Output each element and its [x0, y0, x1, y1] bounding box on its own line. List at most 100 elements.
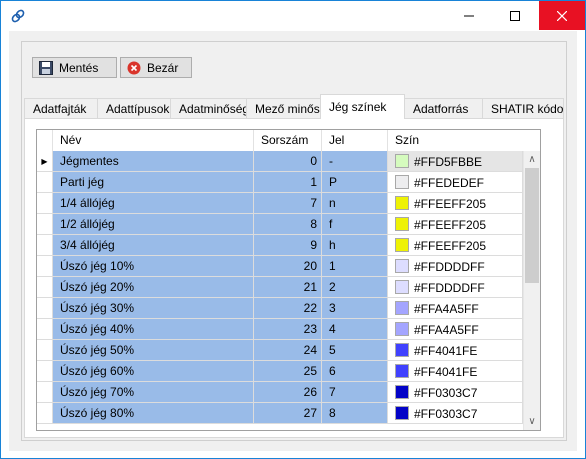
cell-name[interactable]: 1/4 állójég [53, 193, 254, 214]
column-header-order[interactable]: Sorszám [254, 130, 322, 151]
table-row[interactable]: Úszó jég 40% 23 4 #FFA4A5FF [37, 319, 523, 340]
row-header[interactable] [37, 340, 53, 361]
cell-sign[interactable]: 1 [322, 256, 388, 277]
cell-sign[interactable]: 3 [322, 298, 388, 319]
cell-color[interactable]: #FF0303C7 [388, 403, 523, 424]
cell-color[interactable]: #FFEEFF205 [388, 214, 523, 235]
cell-sign[interactable]: 5 [322, 340, 388, 361]
row-header[interactable] [37, 277, 53, 298]
row-header[interactable] [37, 214, 53, 235]
current-row-indicator-icon[interactable]: ▶ [37, 151, 53, 172]
column-header-sign[interactable]: Jel [322, 130, 388, 151]
cell-order[interactable]: 20 [254, 256, 322, 277]
cell-order[interactable]: 27 [254, 403, 322, 424]
row-header[interactable] [37, 193, 53, 214]
scrollbar-thumb[interactable] [525, 168, 539, 283]
tab-mezo-minosites[interactable]: Mező minősítés [246, 98, 321, 118]
table-row[interactable]: Úszó jég 50% 24 5 #FF4041FE [37, 340, 523, 361]
tab-adatminoseg[interactable]: Adatminőség [170, 98, 247, 118]
table-row[interactable]: Úszó jég 30% 22 3 #FFA4A5FF [37, 298, 523, 319]
cell-name[interactable]: Úszó jég 30% [53, 298, 254, 319]
tab-shatir-kodok[interactable]: SHATIR kódok [482, 98, 564, 118]
table-row[interactable]: Úszó jég 10% 20 1 #FFDDDDFF [37, 256, 523, 277]
maximize-button[interactable] [492, 1, 538, 30]
cell-sign[interactable]: - [322, 151, 388, 172]
cell-color[interactable]: #FFEDEDEF [388, 172, 523, 193]
title-bar[interactable] [1, 1, 585, 31]
cell-order[interactable]: 1 [254, 172, 322, 193]
cell-sign[interactable]: 2 [322, 277, 388, 298]
cell-color[interactable]: #FFDDDDFF [388, 256, 523, 277]
cell-order[interactable]: 0 [254, 151, 322, 172]
cell-color[interactable]: #FFA4A5FF [388, 298, 523, 319]
cell-name[interactable]: Úszó jég 80% [53, 403, 254, 424]
cell-name[interactable]: 1/2 állójég [53, 214, 254, 235]
cell-sign[interactable]: h [322, 235, 388, 256]
cell-name[interactable]: Parti jég [53, 172, 254, 193]
cell-name[interactable]: Úszó jég 10% [53, 256, 254, 277]
column-header-name[interactable]: Név [53, 130, 254, 151]
ice-color-grid[interactable]: Név Sorszám Jel Szín ▶ Jégmentes 0- #FFD5FB… [36, 129, 541, 431]
column-header-color[interactable]: Szín [388, 130, 523, 151]
cell-order[interactable]: 7 [254, 193, 322, 214]
cell-order[interactable]: 26 [254, 382, 322, 403]
table-row[interactable]: Úszó jég 70% 26 7 #FF0303C7 [37, 382, 523, 403]
table-row[interactable]: Parti jég 1 P #FFEDEDEF [37, 172, 523, 193]
table-row[interactable]: Úszó jég 60% 25 6 #FF4041FE [37, 361, 523, 382]
cell-order[interactable]: 21 [254, 277, 322, 298]
row-header[interactable] [37, 361, 53, 382]
table-row[interactable]: 1/2 állójég 8 f #FFEEFF205 [37, 214, 523, 235]
row-header[interactable] [37, 298, 53, 319]
cell-order[interactable]: 22 [254, 298, 322, 319]
cell-sign[interactable]: n [322, 193, 388, 214]
cell-name[interactable]: Úszó jég 60% [53, 361, 254, 382]
close-form-button[interactable]: Bezár [120, 57, 192, 78]
cell-name[interactable]: 3/4 állójég [53, 235, 254, 256]
cell-color[interactable]: #FFEEFF205 [388, 193, 523, 214]
cell-name[interactable]: Úszó jég 50% [53, 340, 254, 361]
tab-adattipusok[interactable]: Adattípusok [97, 98, 171, 118]
minimize-button[interactable] [446, 1, 492, 30]
table-row[interactable]: ▶ Jégmentes 0- #FFD5FBBE [37, 151, 523, 172]
cell-order[interactable]: 8 [254, 214, 322, 235]
cell-color[interactable]: #FFA4A5FF [388, 319, 523, 340]
cell-name[interactable]: Úszó jég 40% [53, 319, 254, 340]
cell-sign[interactable]: P [322, 172, 388, 193]
cell-order[interactable]: 25 [254, 361, 322, 382]
scroll-up-icon[interactable]: ∧ [524, 151, 540, 168]
row-header[interactable] [37, 172, 53, 193]
cell-color[interactable]: #FF4041FE [388, 361, 523, 382]
cell-color[interactable]: #FF4041FE [388, 340, 523, 361]
tab-adatfajtak[interactable]: Adatfajták [24, 98, 98, 118]
cell-order[interactable]: 24 [254, 340, 322, 361]
table-row[interactable]: 3/4 állójég 9 h #FFEEFF205 [37, 235, 523, 256]
cell-sign[interactable]: 7 [322, 382, 388, 403]
cell-color[interactable]: #FFD5FBBE [388, 151, 523, 172]
scroll-down-icon[interactable]: ∨ [524, 413, 540, 430]
cell-sign[interactable]: 6 [322, 361, 388, 382]
cell-name[interactable]: Úszó jég 20% [53, 277, 254, 298]
cell-sign[interactable]: 8 [322, 403, 388, 424]
row-header[interactable] [37, 403, 53, 424]
cell-sign[interactable]: f [322, 214, 388, 235]
row-header[interactable] [37, 235, 53, 256]
cell-order[interactable]: 23 [254, 319, 322, 340]
cell-name[interactable]: Úszó jég 70% [53, 382, 254, 403]
row-header[interactable] [37, 382, 53, 403]
vertical-scrollbar[interactable]: ∧ ∨ [523, 151, 540, 430]
tab-adatforras[interactable]: Adatforrás [404, 98, 483, 118]
row-header[interactable] [37, 256, 53, 277]
save-button[interactable]: Mentés [32, 57, 117, 78]
cell-color[interactable]: #FF0303C7 [388, 382, 523, 403]
cell-name[interactable]: Jégmentes [53, 151, 254, 172]
table-row[interactable]: Úszó jég 80% 27 8 #FF0303C7 [37, 403, 523, 424]
cell-sign[interactable]: 4 [322, 319, 388, 340]
cell-color[interactable]: #FFEEFF205 [388, 235, 523, 256]
window-close-button[interactable] [539, 1, 585, 30]
table-row[interactable]: 1/4 állójég 7 n #FFEEFF205 [37, 193, 523, 214]
cell-color[interactable]: #FFDDDDFF [388, 277, 523, 298]
tab-jeg-szinek[interactable]: Jég színek [320, 94, 405, 119]
table-row[interactable]: Úszó jég 20% 21 2 #FFDDDDFF [37, 277, 523, 298]
cell-order[interactable]: 9 [254, 235, 322, 256]
row-header[interactable] [37, 319, 53, 340]
